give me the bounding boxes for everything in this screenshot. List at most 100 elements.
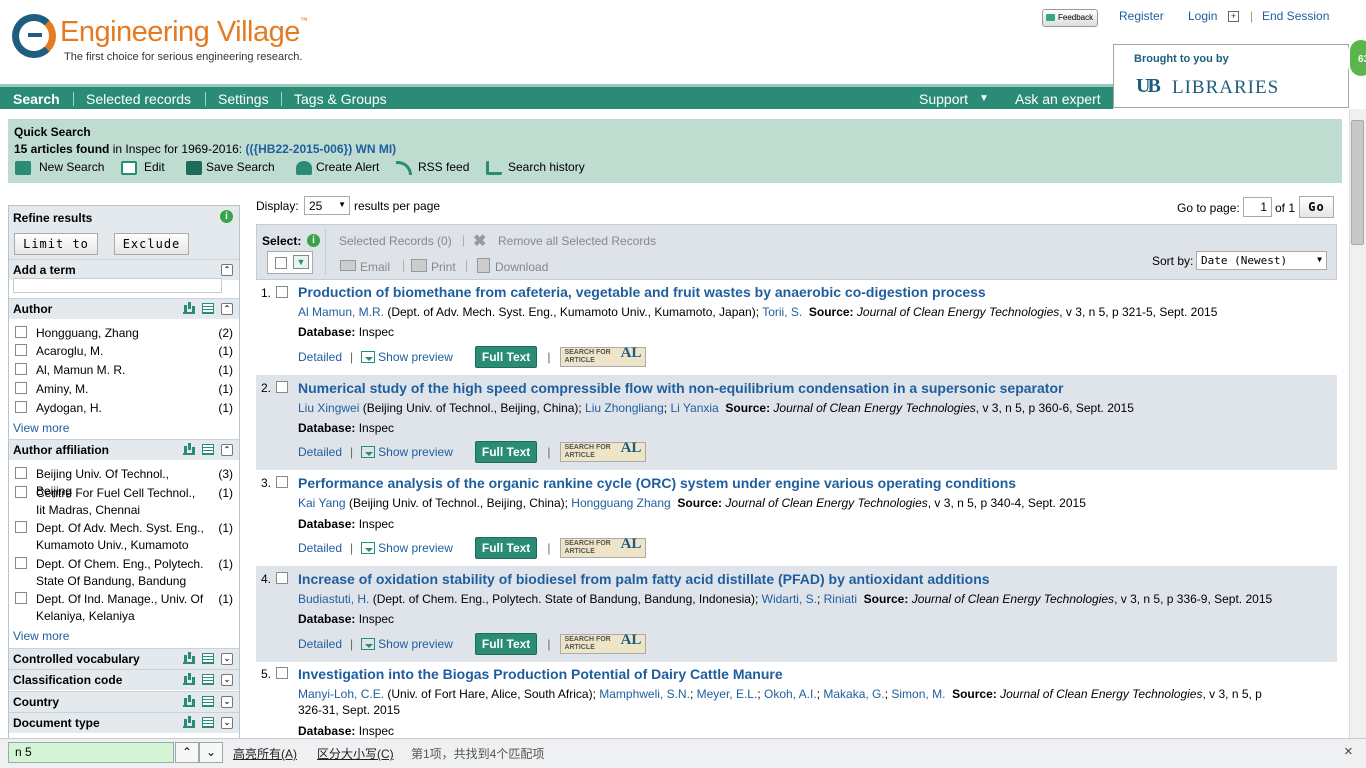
view-more-link[interactable]: View more bbox=[13, 421, 69, 435]
go-button[interactable]: Go bbox=[1299, 196, 1334, 218]
author-link[interactable]: Budiastuti, H. bbox=[298, 592, 369, 606]
show-preview-link[interactable]: Show preview bbox=[378, 541, 453, 555]
author-link[interactable]: Widarti, S. bbox=[762, 592, 817, 606]
author-link[interactable]: Hongguang Zhang bbox=[571, 496, 670, 510]
save-icon[interactable] bbox=[186, 161, 202, 175]
result-checkbox[interactable] bbox=[276, 381, 288, 393]
new-search-icon[interactable] bbox=[15, 161, 31, 175]
bar-chart-icon[interactable] bbox=[183, 717, 195, 728]
bar-chart-icon[interactable] bbox=[183, 444, 195, 455]
register-link[interactable]: Register bbox=[1119, 9, 1164, 23]
login-expand-icon[interactable]: + bbox=[1228, 11, 1239, 22]
alert-icon[interactable] bbox=[296, 161, 312, 175]
export-icon[interactable] bbox=[202, 696, 214, 707]
selected-records-link[interactable]: Selected Records (0) bbox=[339, 234, 452, 248]
facet-item[interactable]: Centre For Fuel Cell Technol., Iit Madra… bbox=[15, 485, 233, 519]
preview-icon[interactable] bbox=[361, 351, 376, 363]
export-icon[interactable] bbox=[202, 674, 214, 685]
facet-checkbox[interactable] bbox=[15, 401, 27, 413]
sort-select[interactable]: Date (Newest) ▼ bbox=[1196, 251, 1327, 270]
nav-search[interactable]: Search bbox=[13, 91, 60, 107]
export-icon[interactable] bbox=[202, 653, 214, 664]
author-link[interactable]: Meyer, E.L. bbox=[697, 687, 758, 701]
edit-link[interactable]: Edit bbox=[144, 160, 165, 174]
result-title[interactable]: Numerical study of the high speed compre… bbox=[298, 380, 1063, 396]
classification-code-header[interactable]: Classification code ⌄ bbox=[9, 669, 239, 690]
nav-ask-expert[interactable]: Ask an expert bbox=[1015, 91, 1101, 107]
collapse-icon[interactable]: ⌃ bbox=[221, 444, 233, 456]
collapse-icon[interactable]: ⌃ bbox=[221, 303, 233, 315]
ev-logo-icon[interactable] bbox=[12, 14, 56, 58]
detailed-link[interactable]: Detailed bbox=[298, 637, 342, 651]
author-link[interactable]: Kai Yang bbox=[298, 496, 346, 510]
author-link[interactable]: Liu Zhongliang bbox=[585, 401, 664, 415]
facet-checkbox[interactable] bbox=[15, 592, 27, 604]
export-icon[interactable] bbox=[202, 444, 214, 455]
search-for-article-button[interactable]: SEARCH FOR ARTICLE AL bbox=[560, 346, 647, 367]
query-link[interactable]: (({HB22-2015-006}) WN MI) bbox=[245, 142, 396, 156]
save-search-link[interactable]: Save Search bbox=[206, 160, 275, 174]
affiliation-facet-header[interactable]: Author affiliation ⌃ bbox=[9, 439, 239, 460]
export-icon[interactable] bbox=[202, 303, 214, 314]
result-title[interactable]: Increase of oxidation stability of biodi… bbox=[298, 571, 990, 587]
facet-item[interactable]: Aminy, M. (1) bbox=[15, 381, 233, 398]
facet-checkbox[interactable] bbox=[15, 344, 27, 356]
remove-all-link[interactable]: Remove all Selected Records bbox=[498, 234, 656, 248]
close-icon[interactable]: × bbox=[1344, 743, 1353, 760]
download-icon[interactable] bbox=[477, 258, 490, 273]
email-link[interactable]: Email bbox=[360, 260, 390, 274]
feedback-button[interactable]: Feedback bbox=[1042, 9, 1098, 27]
preview-icon[interactable] bbox=[361, 638, 376, 650]
end-session-link[interactable]: End Session bbox=[1262, 9, 1329, 23]
highlight-all-button[interactable]: 高亮所有(A) bbox=[233, 745, 297, 762]
download-link[interactable]: Download bbox=[495, 260, 548, 274]
match-case-button[interactable]: 区分大小写(C) bbox=[317, 745, 394, 762]
notification-badge[interactable]: 63 bbox=[1348, 38, 1366, 78]
author-link[interactable]: Liu Xingwei bbox=[298, 401, 359, 415]
login-link[interactable]: Login bbox=[1188, 9, 1217, 23]
controlled-vocab-header[interactable]: Controlled vocabulary ⌄ bbox=[9, 648, 239, 669]
print-link[interactable]: Print bbox=[431, 260, 456, 274]
facet-checkbox[interactable] bbox=[15, 557, 27, 569]
expand-icon[interactable]: ⌄ bbox=[221, 674, 233, 686]
history-icon[interactable] bbox=[486, 161, 502, 175]
limit-to-button[interactable]: Limit to bbox=[14, 233, 98, 255]
result-checkbox[interactable] bbox=[276, 572, 288, 584]
select-all-checkbox[interactable] bbox=[275, 257, 287, 269]
facet-checkbox[interactable] bbox=[15, 467, 27, 479]
page-input[interactable]: 1 bbox=[1243, 197, 1272, 217]
author-link[interactable]: Al Mamun, M.R. bbox=[298, 305, 384, 319]
author-link[interactable]: Okoh, A.I. bbox=[764, 687, 817, 701]
info-icon[interactable]: i bbox=[220, 210, 233, 223]
expand-icon[interactable]: ⌄ bbox=[221, 696, 233, 708]
facet-checkbox[interactable] bbox=[15, 363, 27, 375]
author-link[interactable]: Riniati bbox=[824, 592, 857, 606]
chevron-down-icon[interactable]: ▼ bbox=[979, 93, 989, 104]
bar-chart-icon[interactable] bbox=[183, 653, 195, 664]
print-icon[interactable] bbox=[411, 259, 427, 272]
result-checkbox[interactable] bbox=[276, 667, 288, 679]
facet-checkbox[interactable] bbox=[15, 486, 27, 498]
author-link[interactable]: Manyi-Loh, C.E. bbox=[298, 687, 384, 701]
document-type-header[interactable]: Document type ⌄ bbox=[9, 712, 239, 733]
result-title[interactable]: Production of biomethane from cafeteria,… bbox=[298, 284, 986, 300]
chevron-down-icon[interactable]: ▼ bbox=[293, 255, 309, 269]
preview-icon[interactable] bbox=[361, 542, 376, 554]
facet-item[interactable]: Dept. Of Adv. Mech. Syst. Eng., Kumamoto… bbox=[15, 520, 233, 554]
facet-checkbox[interactable] bbox=[15, 382, 27, 394]
add-term-input[interactable] bbox=[13, 278, 222, 293]
export-icon[interactable] bbox=[202, 717, 214, 728]
view-more-link[interactable]: View more bbox=[13, 629, 69, 643]
author-link[interactable]: Li Yanxia bbox=[670, 401, 718, 415]
facet-item[interactable]: Dept. Of Chem. Eng., Polytech. State Of … bbox=[15, 556, 233, 590]
facet-checkbox[interactable] bbox=[15, 326, 27, 338]
scrollbar-thumb[interactable] bbox=[1351, 120, 1364, 245]
detailed-link[interactable]: Detailed bbox=[298, 350, 342, 364]
find-previous-button[interactable]: ⌃ bbox=[175, 742, 199, 763]
full-text-button[interactable]: Full Text bbox=[474, 441, 538, 463]
bar-chart-icon[interactable] bbox=[183, 696, 195, 707]
logo-title[interactable]: Engineering Village™ bbox=[60, 16, 308, 49]
full-text-button[interactable]: Full Text bbox=[474, 633, 538, 655]
find-next-button[interactable]: ⌄ bbox=[199, 742, 223, 763]
search-history-link[interactable]: Search history bbox=[508, 160, 585, 174]
